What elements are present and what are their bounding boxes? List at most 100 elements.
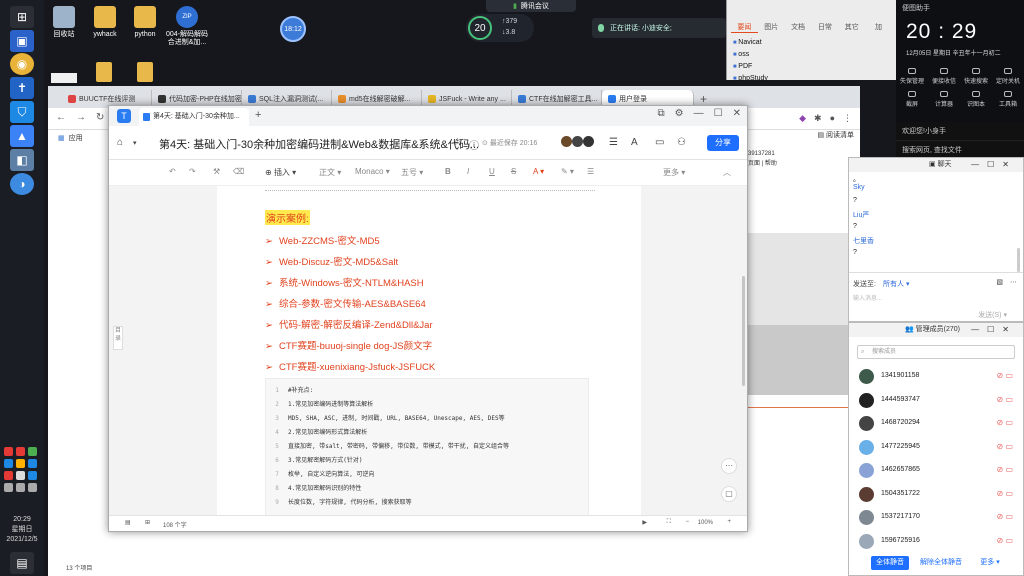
desktop-icon-recycle-bin[interactable]: 回收站 <box>43 6 85 39</box>
chevron-down-icon[interactable]: ▾ <box>133 139 137 147</box>
pin-icon[interactable]: ⧉ <box>658 108 665 119</box>
chat-input[interactable]: 输入消息... <box>853 293 882 302</box>
strikethrough-icon[interactable]: S <box>511 167 516 176</box>
font-select[interactable]: Monaco ▾ <box>355 167 390 176</box>
mic-muted-icon[interactable]: ⊘ ▭ <box>997 465 1013 474</box>
mic-muted-icon[interactable]: ⊘ ▭ <box>997 371 1013 380</box>
news-item[interactable]: Navicat <box>733 37 890 49</box>
member-row[interactable]: 1537217170 ⊘ ▭ <box>859 510 1019 526</box>
app-icon-1[interactable]: ▣ <box>10 30 34 52</box>
back-icon[interactable]: ← <box>56 112 66 123</box>
member-row[interactable]: 1341901158 ⊘ ▭ <box>859 369 1019 385</box>
close-icon[interactable]: ✕ <box>1002 160 1017 169</box>
helper-tool[interactable]: 定时关机 <box>992 68 1024 85</box>
docs-new-tab-button[interactable]: + <box>255 109 261 121</box>
text-format-icon[interactable]: A <box>631 137 638 148</box>
news-item[interactable]: phpStudy <box>733 73 890 85</box>
maximize-icon[interactable]: ☐ <box>987 325 1002 334</box>
unmute-all-button[interactable]: 解除全体静音 <box>917 556 965 570</box>
tray-icon[interactable] <box>4 447 13 456</box>
minimize-icon[interactable]: — <box>971 160 987 169</box>
italic-icon[interactable]: I <box>467 167 469 176</box>
settings-icon[interactable]: ⚙ <box>675 108 684 119</box>
avatar[interactable] <box>561 136 572 147</box>
app-icon-2[interactable]: ✝ <box>10 77 34 99</box>
tray-icon[interactable] <box>28 459 37 468</box>
underline-icon[interactable]: U <box>489 167 495 176</box>
mic-muted-icon[interactable]: ⊘ ▭ <box>997 442 1013 451</box>
comment-icon[interactable]: ▢ <box>721 486 737 502</box>
align-icon[interactable]: ☰ <box>587 167 594 176</box>
helper-tool[interactable]: 失保管理 <box>896 68 928 85</box>
reading-list[interactable]: ▤ 阅读清单 <box>817 130 854 140</box>
helper-tool[interactable]: 工具箱 <box>992 91 1024 108</box>
news-tab[interactable]: 图片 <box>758 22 785 33</box>
insert-button[interactable]: ⊕ 插入 ▾ <box>265 167 296 178</box>
more-button[interactable]: 更多 ▾ <box>663 167 685 178</box>
tray-icon[interactable] <box>4 459 13 468</box>
docs-logo-icon[interactable]: T <box>117 109 131 123</box>
desktop-icon-file[interactable] <box>51 73 77 83</box>
shield-icon[interactable]: ⛉ <box>10 101 34 123</box>
star-icon[interactable]: ☆ <box>453 137 462 148</box>
folder-icon[interactable] <box>96 62 112 82</box>
outline-icon[interactable]: ▤ <box>125 519 131 526</box>
tray-icon[interactable] <box>16 459 25 468</box>
more-options-icon[interactable]: ⋯ <box>721 458 737 474</box>
bookmark-apps[interactable]: 应用 <box>69 133 83 143</box>
page-icon[interactable]: ⊞ <box>145 519 150 526</box>
undo-icon[interactable]: ↶ <box>169 167 176 176</box>
maximize-icon[interactable]: ☐ <box>987 160 1002 169</box>
vertical-scrollbar[interactable] <box>742 276 745 386</box>
forward-icon[interactable]: → <box>76 112 86 123</box>
helper-tool[interactable]: 便接收信 <box>928 68 960 85</box>
minimize-icon[interactable]: — <box>971 325 987 334</box>
mic-muted-icon[interactable]: ⊘ ▭ <box>997 512 1013 521</box>
meeting-icon[interactable]: ▲ <box>10 125 34 147</box>
reload-icon[interactable]: ↻ <box>96 112 104 123</box>
news-tab[interactable]: 加 <box>865 22 892 33</box>
microphone-icon[interactable] <box>16 471 25 480</box>
news-item[interactable]: PDF <box>733 61 890 73</box>
meeting-status-bar[interactable]: ▮ 腾讯会议 <box>486 0 576 12</box>
close-icon[interactable]: ✕ <box>1002 325 1017 334</box>
member-row[interactable]: 1468720294 ⊘ ▭ <box>859 416 1019 432</box>
play-icon[interactable]: ▶ <box>642 519 647 526</box>
ime-icon[interactable] <box>28 483 37 492</box>
more-icon[interactable]: ⋯ <box>1010 278 1017 286</box>
docs-tab[interactable]: 第4天: 基础入门-30余种加... <box>139 108 249 126</box>
news-tab[interactable]: 要闻 <box>731 22 758 33</box>
zoom-level[interactable]: 100% <box>698 520 713 526</box>
chat-scrollbar[interactable] <box>1017 248 1020 272</box>
tray-icon[interactable] <box>4 471 13 480</box>
document-title[interactable]: 第4天: 基础入门-30余种加密编码进制&Web&数据库&系统&代码... <box>159 136 479 152</box>
network-icon[interactable] <box>4 483 13 492</box>
code-block[interactable]: 1 #补充点: 2 1.常见加密编码进制等算法解析 3 MD5, SHA, ASC, … <box>265 378 589 517</box>
redo-icon[interactable]: ↷ <box>189 167 196 176</box>
avatar[interactable] <box>583 136 594 147</box>
size-select[interactable]: 五号 ▾ <box>401 167 423 178</box>
tray-icon[interactable] <box>16 447 25 456</box>
floating-ball[interactable]: 18:12 <box>280 16 306 42</box>
document-page[interactable]: 演示案例: ➢ Web-ZZCMS-密文-MD5 ➢ Web-Discuz-密文-M… <box>217 186 641 517</box>
member-row[interactable]: 1444593747 ⊘ ▭ <box>859 393 1019 409</box>
minimize-icon[interactable]: — <box>694 108 704 119</box>
tray-icon[interactable] <box>28 447 37 456</box>
menu-icon[interactable]: ⋮ <box>843 113 852 124</box>
chrome-icon[interactable]: ◉ <box>10 53 34 75</box>
recipient-select[interactable]: 所有人 ▾ <box>883 279 909 289</box>
add-user-icon[interactable]: ⚇ <box>677 137 686 148</box>
mic-muted-icon[interactable]: ⊘ ▭ <box>997 395 1013 404</box>
news-item[interactable]: oss <box>733 49 890 61</box>
helper-tool[interactable]: 识图本 <box>960 91 992 108</box>
app-icon-4[interactable]: ◑ <box>10 173 34 195</box>
zoom-out-icon[interactable]: − <box>685 519 689 525</box>
profile-icon[interactable]: ● <box>830 113 835 124</box>
font-color-icon[interactable]: A ▾ <box>533 167 544 176</box>
news-tab[interactable]: 文档 <box>785 22 812 33</box>
member-row[interactable]: 1477225945 ⊘ ▭ <box>859 440 1019 456</box>
avatar[interactable] <box>572 136 583 147</box>
desktop-icon-python[interactable]: python <box>124 6 166 39</box>
tray-icon[interactable] <box>28 471 37 480</box>
mute-all-button[interactable]: 全体静音 <box>871 556 909 570</box>
